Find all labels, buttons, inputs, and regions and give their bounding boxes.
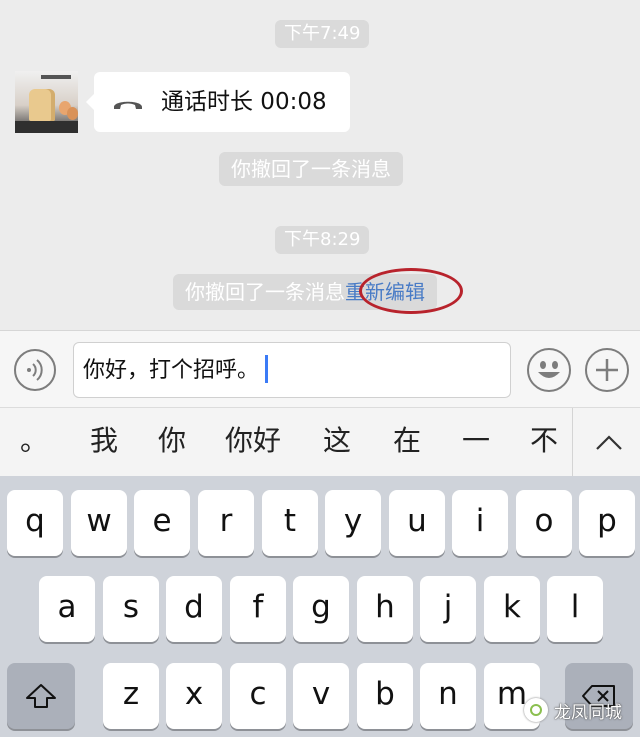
shift-icon [26,684,56,708]
recall-notice-text: 你撤回了一条消息 [185,280,345,304]
key-label: a [57,589,77,625]
key-y[interactable]: y [325,490,381,556]
message-input-value: 你好，打个招呼。 [83,358,260,383]
key-u[interactable]: u [389,490,445,556]
key-label: e [152,503,172,539]
key-e[interactable]: e [134,490,190,556]
key-label: p [597,503,617,539]
key-b[interactable]: b [357,663,413,729]
key-label: l [570,589,580,625]
chat-area: 下午7:49 通话时长 00:08 你撤回了一条消息 下午8:29 你撤回了一条… [0,0,640,330]
key-label: c [249,676,267,712]
key-label: u [407,503,427,539]
key-label: w [86,503,112,539]
voice-button[interactable] [14,349,56,391]
emoji-icon [538,361,560,378]
key-label: i [475,503,485,539]
key-label: r [219,503,233,539]
avatar[interactable] [15,71,78,133]
recall-notice: 你撤回了一条消息 [219,152,403,186]
key-label: f [252,589,264,625]
key-v[interactable]: v [293,663,349,729]
key-label: y [343,503,363,539]
key-q[interactable]: q [7,490,63,556]
candidate-bar: 。 我 你 你好 这 在 一 不 [0,407,640,477]
key-label: j [443,589,453,625]
key-n[interactable]: n [420,663,476,729]
key-i[interactable]: i [452,490,508,556]
timestamp: 下午7:49 [275,20,370,48]
key-label: d [184,589,204,625]
message-input[interactable]: 你好，打个招呼。 [73,342,511,398]
key-t[interactable]: t [262,490,318,556]
key-c[interactable]: c [230,663,286,729]
key-label: k [503,589,521,625]
key-h[interactable]: h [357,576,413,642]
key-k[interactable]: k [484,576,540,642]
key-d[interactable]: d [166,576,222,642]
key-label: q [25,503,45,539]
timestamp: 下午8:29 [275,226,370,254]
call-duration-text: 通话时长 00:08 [161,89,327,115]
key-f[interactable]: f [230,576,286,642]
input-bar: 你好，打个招呼。 [0,330,640,408]
key-label: v [311,676,331,712]
call-message-bubble[interactable]: 通话时长 00:08 [86,72,350,132]
key-a[interactable]: a [39,576,95,642]
candidate-word[interactable]: 你 [158,424,186,458]
key-s[interactable]: s [103,576,159,642]
key-label: x [184,676,204,712]
candidate-word[interactable]: 在 [393,424,421,458]
candidate-word[interactable]: 。 [20,424,48,458]
chevron-up-icon[interactable] [594,432,624,452]
candidate-word[interactable]: 一 [462,424,490,458]
key-label: g [311,589,331,625]
key-z[interactable]: z [103,663,159,729]
key-l[interactable]: l [547,576,603,642]
text-caret [265,355,269,383]
key-w[interactable]: w [71,490,127,556]
candidate-word[interactable]: 不 [530,424,558,458]
emoji-button[interactable] [527,348,571,392]
key-label: b [375,676,395,712]
key-label: z [122,676,140,712]
divider [572,408,573,476]
voice-icon [27,359,43,381]
key-label: m [496,676,528,712]
candidate-word[interactable]: 你好 [225,424,281,458]
key-p[interactable]: p [579,490,635,556]
highlight-circle [359,268,463,314]
key-x[interactable]: x [166,663,222,729]
candidate-word[interactable]: 我 [90,424,118,458]
phone-handset-icon [114,101,142,109]
key-label: h [375,589,395,625]
key-o[interactable]: o [516,490,572,556]
key-j[interactable]: j [420,576,476,642]
key-label: n [438,676,458,712]
candidate-word[interactable]: 这 [323,424,351,458]
key-label: o [534,503,554,539]
key-g[interactable]: g [293,576,349,642]
plus-button[interactable] [585,348,629,392]
plus-icon [596,359,618,381]
shift-key[interactable] [7,663,75,729]
key-label: s [122,589,140,625]
watermark: 龙凤同城 [524,693,622,727]
watermark-logo-icon [524,698,548,722]
key-label: t [283,503,297,539]
key-r[interactable]: r [198,490,254,556]
watermark-text: 龙凤同城 [554,702,622,723]
